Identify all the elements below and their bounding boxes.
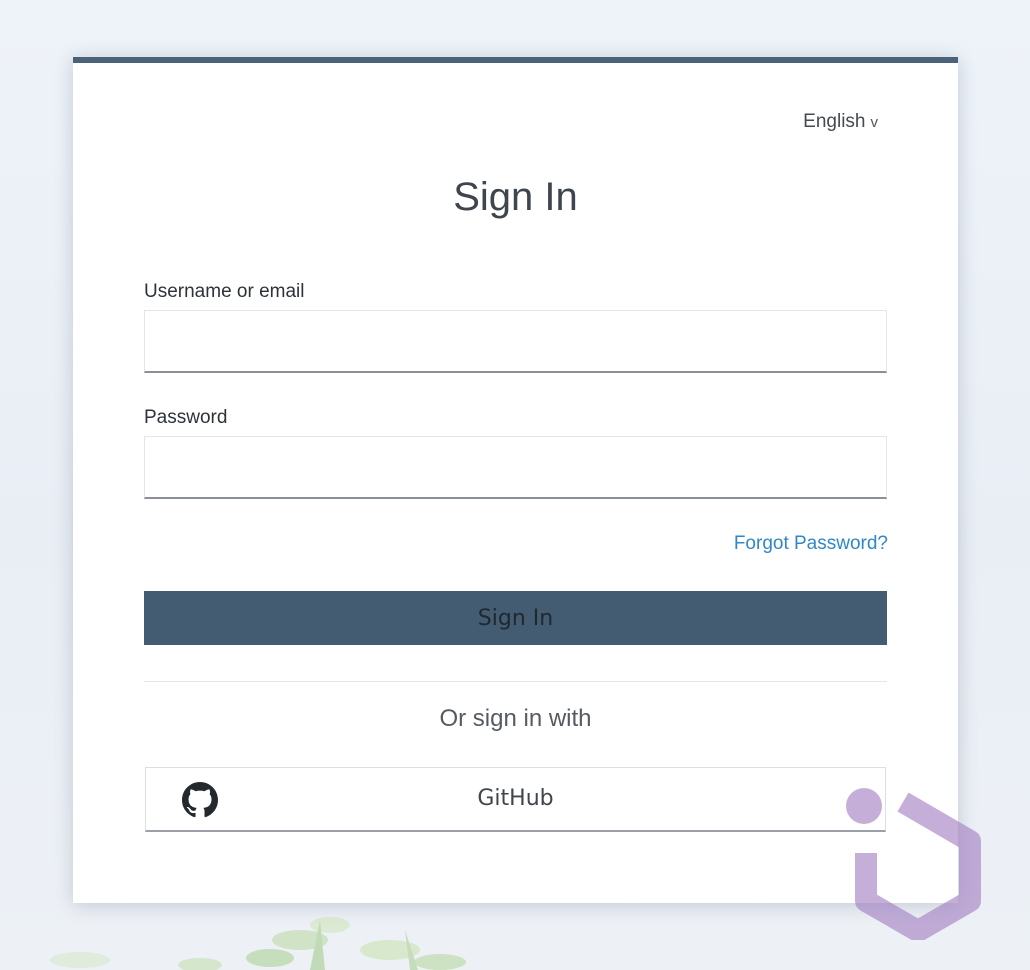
github-login-button[interactable]: GitHub bbox=[145, 767, 886, 832]
forgot-password-link[interactable]: Forgot Password? bbox=[734, 533, 888, 555]
username-field[interactable] bbox=[144, 310, 887, 373]
brand-watermark-icon bbox=[846, 788, 981, 940]
language-label: English bbox=[803, 111, 866, 132]
chevron-down-icon: v bbox=[870, 114, 879, 131]
page-title: Sign In bbox=[453, 175, 578, 219]
sign-in-button[interactable]: Sign In bbox=[144, 591, 887, 645]
divider bbox=[144, 681, 887, 682]
social-login-heading: Or sign in with bbox=[439, 705, 592, 732]
language-selector[interactable]: English v bbox=[803, 111, 878, 133]
password-label: Password bbox=[144, 407, 228, 428]
username-label: Username or email bbox=[144, 281, 305, 302]
login-card: English v Sign In Username or email Passw… bbox=[73, 57, 958, 903]
password-field[interactable] bbox=[144, 436, 887, 499]
github-label: GitHub bbox=[477, 786, 554, 811]
